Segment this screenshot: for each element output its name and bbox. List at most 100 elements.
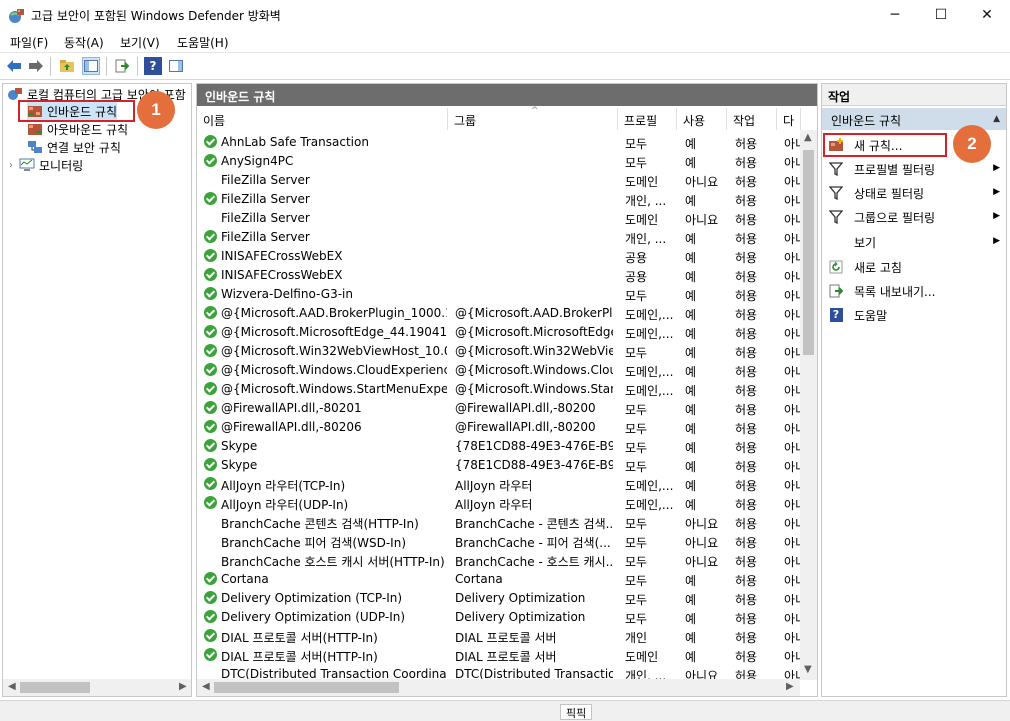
action-view[interactable]: 보기 ▶ xyxy=(828,232,1002,252)
scroll-up-arrow-icon[interactable]: ▲ xyxy=(804,132,812,143)
table-row[interactable]: Wizvera-Delfino-G3-in 모두 예 허용 아니 xyxy=(197,285,800,304)
cell-name: @FirewallAPI.dll,-80201 xyxy=(221,401,362,415)
table-row[interactable]: @FirewallAPI.dll,-80201 @FirewallAPI.dll,… xyxy=(197,399,800,418)
cell-enabled: 예 xyxy=(685,232,697,246)
table-row[interactable]: AllJoyn 라우터(TCP-In) AllJoyn 라우터 도메인,... 예 허용… xyxy=(197,475,800,494)
scroll-right-arrow-icon[interactable]: ▶ xyxy=(179,681,187,692)
cell-name: @FirewallAPI.dll,-80206 xyxy=(221,420,362,434)
scroll-right-arrow-icon[interactable]: ▶ xyxy=(786,681,794,692)
table-row[interactable]: BranchCache 피어 검색(WSD-In) BranchCache - 피… xyxy=(197,532,800,551)
tree-item-connection-security[interactable]: 연결 보안 규칙 xyxy=(27,138,121,156)
table-row[interactable]: @FirewallAPI.dll,-80206 @FirewallAPI.dll,… xyxy=(197,418,800,437)
cell-profile: 공용 xyxy=(625,270,648,284)
export-list-icon[interactable] xyxy=(113,57,131,75)
table-row[interactable]: BranchCache 콘텐츠 검색(HTTP-In) BranchCache -… xyxy=(197,513,800,532)
cell-name: AhnLab Safe Transaction xyxy=(221,135,369,149)
table-row[interactable]: DIAL 프로토콜 서버(HTTP-In) DIAL 프로토콜 서버 개인 예 허용 아니 xyxy=(197,627,800,646)
cell-action: 허용 xyxy=(735,422,758,436)
table-row[interactable]: Cortana Cortana 모두 예 허용 아니 xyxy=(197,570,800,589)
action-refresh[interactable]: 새로 고침 xyxy=(828,257,1002,277)
show-action-pane-icon[interactable] xyxy=(167,57,185,75)
table-row[interactable]: AllJoyn 라우터(UDP-In) AllJoyn 라우터 도메인,... 예 허용… xyxy=(197,494,800,513)
table-row[interactable]: INISAFECrossWebEX 공용 예 허용 아니 xyxy=(197,247,800,266)
scroll-left-arrow-icon[interactable]: ◀ xyxy=(202,681,210,692)
action-help[interactable]: ? 도움말 xyxy=(828,305,1002,325)
table-row[interactable]: @{Microsoft.Windows.StartMenuExperie... @… xyxy=(197,380,800,399)
cell-enabled: 예 xyxy=(685,346,697,360)
highlight-new-rule xyxy=(823,133,947,157)
column-header-profile[interactable]: 프로필 xyxy=(618,108,677,130)
tree-item-monitoring[interactable]: › 모니터링 xyxy=(9,156,83,174)
cell-extra: 아니 xyxy=(784,441,800,455)
rules-vertical-scrollbar[interactable]: ▲ ▼ xyxy=(800,130,817,680)
table-row[interactable]: FileZilla Server 도메인 아니요 허용 아니 xyxy=(197,171,800,190)
action-export-list[interactable]: 목록 내보내기... xyxy=(828,281,1002,301)
back-arrow-icon[interactable] xyxy=(5,57,23,75)
enabled-check-icon xyxy=(204,382,217,395)
actions-pane: 작업 인바운드 규칙 ▲ 새 규칙... 프로필별 필터링 ▶ 상태로 필터링 … xyxy=(821,83,1007,697)
cell-name: FileZilla Server xyxy=(221,173,310,187)
expand-chevron-icon[interactable]: › xyxy=(9,160,13,171)
cell-action: 허용 xyxy=(735,137,758,151)
cell-profile: 모두 xyxy=(625,289,648,303)
close-button[interactable]: ✕ xyxy=(964,0,1010,30)
menu-bar: 파일(F) 동작(A) 보기(V) 도움말(H) xyxy=(0,30,1010,52)
tree-horizontal-scrollbar[interactable]: ◀ ▶ xyxy=(3,679,191,696)
table-row[interactable]: DIAL 프로토콜 서버(HTTP-In) DIAL 프로토콜 서버 도메인 예 허용 아… xyxy=(197,646,800,665)
cell-group: @{Microsoft.Win32WebVie... xyxy=(455,344,613,358)
cell-profile: 도메인,... xyxy=(625,365,674,379)
scroll-left-arrow-icon[interactable]: ◀ xyxy=(8,681,16,692)
cell-enabled: 예 xyxy=(685,270,697,284)
cell-group: AllJoyn 라우터 xyxy=(455,479,533,493)
refresh-icon xyxy=(828,259,844,275)
table-row[interactable]: Skype {78E1CD88-49E3-476E-B9... 모두 예 허용 아니 xyxy=(197,437,800,456)
table-row[interactable]: @{Microsoft.Win32WebViewHost_10.0.... @{M… xyxy=(197,342,800,361)
table-row[interactable]: FileZilla Server 개인, ... 예 허용 아니 xyxy=(197,228,800,247)
menu-action[interactable]: 동작(A) xyxy=(64,34,104,51)
cell-enabled: 예 xyxy=(685,384,697,398)
help-icon[interactable]: ? xyxy=(144,57,162,75)
forward-arrow-icon[interactable] xyxy=(27,57,45,75)
column-header-name[interactable]: 이름 xyxy=(197,108,448,130)
table-row[interactable]: Delivery Optimization (TCP-In) Delivery O… xyxy=(197,589,800,608)
menu-help[interactable]: 도움말(H) xyxy=(177,34,229,51)
minimize-button[interactable]: ─ xyxy=(872,0,918,30)
collapse-arrow-icon[interactable]: ▲ xyxy=(993,114,1000,124)
enabled-check-icon xyxy=(204,325,217,338)
column-header-enabled[interactable]: 사용 xyxy=(677,108,727,130)
cell-name: @{Microsoft.AAD.BrokerPlugin_1000.19... xyxy=(221,306,447,320)
folder-up-icon[interactable] xyxy=(58,57,76,75)
maximize-button[interactable]: ☐ xyxy=(918,0,964,30)
action-filter-by-group[interactable]: 그룹으로 필터링 ▶ xyxy=(828,207,1002,227)
table-row[interactable]: @{Microsoft.Windows.CloudExperience... @{… xyxy=(197,361,800,380)
table-row[interactable]: INISAFECrossWebEX 공용 예 허용 아니 xyxy=(197,266,800,285)
cell-action: 허용 xyxy=(735,251,758,265)
scroll-thumb[interactable] xyxy=(20,682,90,693)
table-row[interactable]: Delivery Optimization (UDP-In) Delivery O… xyxy=(197,608,800,627)
enabled-check-icon xyxy=(204,401,217,414)
table-row[interactable]: @{Microsoft.AAD.BrokerPlugin_1000.19... @… xyxy=(197,304,800,323)
scroll-down-arrow-icon[interactable]: ▼ xyxy=(804,664,812,675)
action-filter-by-state[interactable]: 상태로 필터링 ▶ xyxy=(828,183,1002,203)
rules-horizontal-scrollbar[interactable]: ◀ ▶ xyxy=(197,679,800,696)
scroll-thumb[interactable] xyxy=(803,150,814,355)
tree-item-outbound[interactable]: 아웃바운드 규칙 xyxy=(27,120,128,138)
table-row[interactable]: BranchCache 호스트 캐시 서버(HTTP-In) BranchCach… xyxy=(197,551,800,570)
column-header-override[interactable]: 다 xyxy=(777,108,801,130)
table-row[interactable]: FileZilla Server 개인, ... 예 허용 아니 xyxy=(197,190,800,209)
cell-group: @{Microsoft.MicrosoftEdge... xyxy=(455,325,613,339)
table-row[interactable]: Skype {78E1CD88-49E3-476E-B9... 모두 예 허용 아니 xyxy=(197,456,800,475)
column-header-action[interactable]: 작업 xyxy=(727,108,777,130)
table-row[interactable]: AhnLab Safe Transaction 모두 예 허용 아니 xyxy=(197,133,800,152)
table-row[interactable]: AnySign4PC 모두 예 허용 아니 xyxy=(197,152,800,171)
menu-view[interactable]: 보기(V) xyxy=(120,34,160,51)
menu-file[interactable]: 파일(F) xyxy=(10,34,48,51)
table-row[interactable]: FileZilla Server 도메인 아니요 허용 아니 xyxy=(197,209,800,228)
table-row[interactable]: @{Microsoft.MicrosoftEdge_44.19041.1....… xyxy=(197,323,800,342)
cell-profile: 모두 xyxy=(625,555,648,569)
section-label: 인바운드 규칙 xyxy=(831,114,902,128)
scroll-thumb[interactable] xyxy=(214,682,399,693)
enabled-check-icon xyxy=(204,572,217,585)
show-tree-icon[interactable] xyxy=(82,57,100,75)
cell-enabled: 예 xyxy=(685,251,697,265)
